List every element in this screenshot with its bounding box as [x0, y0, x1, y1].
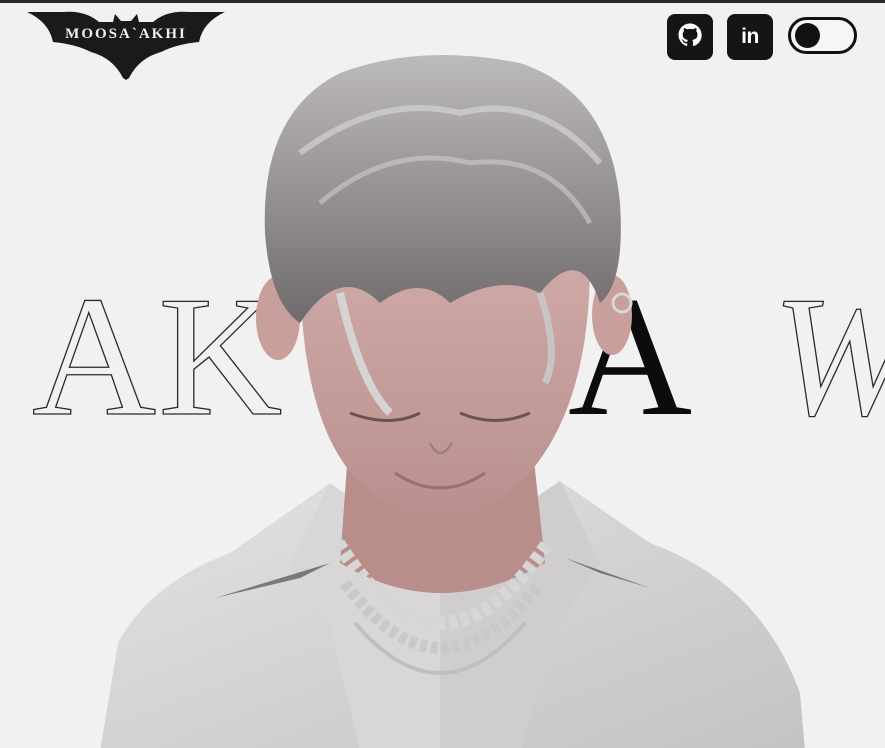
marquee-text-outline: AK [32, 262, 284, 452]
marquee-text-italic: W [772, 262, 885, 452]
linkedin-button[interactable]: in [727, 14, 773, 60]
bat-logo-icon [27, 11, 225, 80]
site-logo[interactable]: MOOSA`AKHI [27, 8, 225, 80]
github-icon [678, 23, 702, 52]
hero-marquee: AK A W [0, 258, 885, 452]
toggle-knob [795, 23, 820, 48]
logo-text: MOOSA`AKHI [65, 26, 187, 42]
marquee-text-solid: A [568, 262, 692, 452]
theme-toggle[interactable] [788, 17, 857, 54]
github-button[interactable] [667, 14, 713, 60]
linkedin-icon: in [741, 25, 759, 48]
